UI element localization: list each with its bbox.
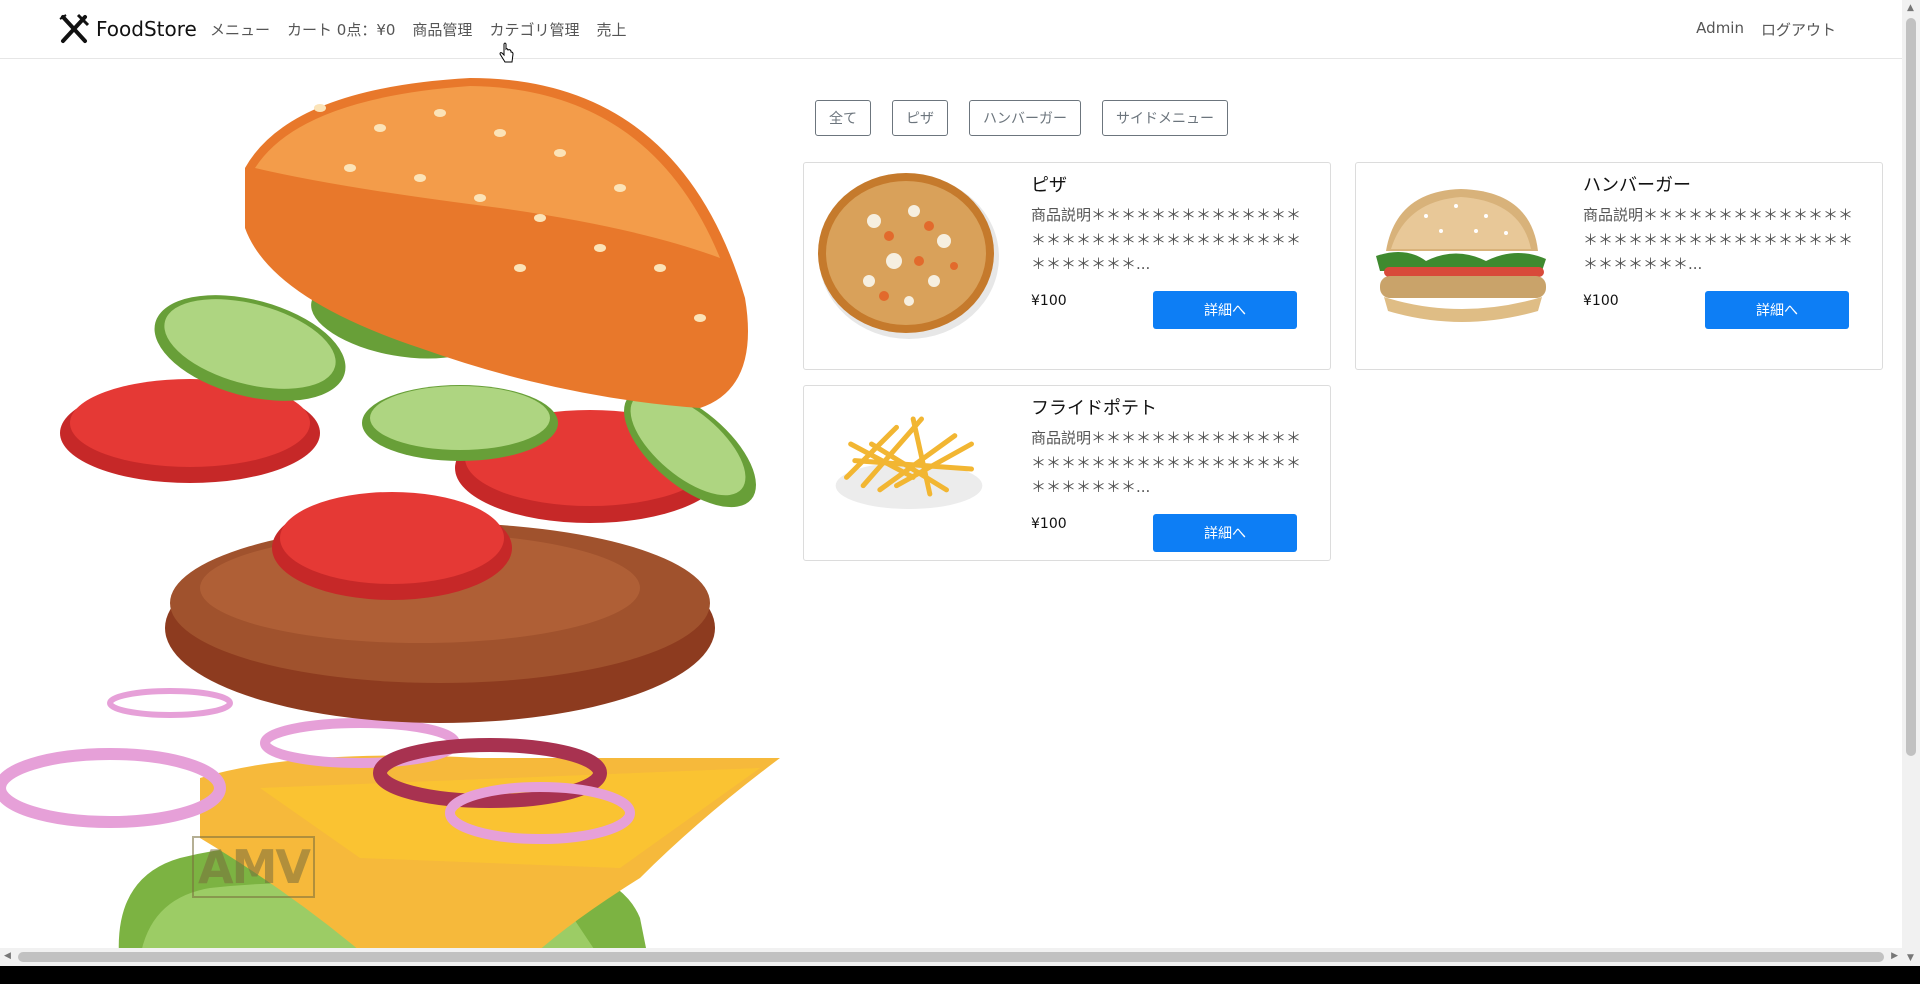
nav-logout[interactable]: ログアウト: [1761, 19, 1836, 40]
brand-name: FoodStore: [96, 17, 197, 41]
product-card-pizza: ピザ 商品説明＊＊＊＊＊＊＊＊＊＊＊＊＊＊＊＊＊＊＊＊＊＊＊＊＊＊＊＊＊＊＊＊＊…: [803, 162, 1331, 370]
hero-burger-image: AMV: [0, 58, 780, 964]
category-filters: 全て ピザ ハンバーガー サイドメニュー: [815, 100, 1249, 136]
fries-image: [835, 416, 983, 509]
product-card-fries: フライドポテト 商品説明＊＊＊＊＊＊＊＊＊＊＊＊＊＊＊＊＊＊＊＊＊＊＊＊＊＊＊＊…: [803, 385, 1331, 561]
bottom-edge: [0, 966, 1920, 984]
scroll-down-icon[interactable]: ▼: [1907, 953, 1914, 963]
product-description: 商品説明＊＊＊＊＊＊＊＊＊＊＊＊＊＊＊＊＊＊＊＊＊＊＊＊＊＊＊＊＊＊＊＊＊＊＊＊…: [1583, 206, 1854, 273]
nav-right: Admin ログアウト: [1679, 19, 1836, 40]
nav-cart[interactable]: カート 0点：¥0: [287, 19, 395, 40]
product-card-hamburger: ハンバーガー 商品説明＊＊＊＊＊＊＊＊＊＊＊＊＊＊＊＊＊＊＊＊＊＊＊＊＊＊＊＊＊…: [1355, 162, 1883, 370]
horizontal-scrollbar[interactable]: ◀ ▶: [0, 948, 1902, 966]
product-price: ¥100: [1031, 293, 1067, 309]
vertical-scrollbar[interactable]: ▲ ▼: [1902, 0, 1920, 966]
product-price: ¥100: [1031, 516, 1067, 532]
brand[interactable]: FoodStore: [58, 13, 197, 44]
vertical-scroll-thumb[interactable]: [1906, 18, 1916, 756]
nav-category-management[interactable]: カテゴリ管理: [489, 19, 579, 40]
filter-pizza-button[interactable]: ピザ: [892, 100, 948, 136]
nav-user[interactable]: Admin: [1696, 19, 1744, 40]
scroll-right-icon[interactable]: ▶: [1891, 951, 1898, 961]
product-name: フライドポテト: [1031, 398, 1157, 419]
nav-product-management[interactable]: 商品管理: [412, 19, 472, 40]
scroll-left-icon[interactable]: ◀: [4, 951, 11, 961]
product-description: 商品説明＊＊＊＊＊＊＊＊＊＊＊＊＊＊＊＊＊＊＊＊＊＊＊＊＊＊＊＊＊＊＊＊＊＊＊＊…: [1031, 429, 1302, 496]
navbar: FoodStore メニュー カート 0点：¥0 商品管理 カテゴリ管理 売上 …: [0, 0, 1902, 59]
filter-all-button[interactable]: 全て: [815, 100, 871, 136]
product-description: 商品説明＊＊＊＊＊＊＊＊＊＊＊＊＊＊＊＊＊＊＊＊＊＊＊＊＊＊＊＊＊＊＊＊＊＊＊＊…: [1031, 206, 1302, 273]
detail-button[interactable]: 詳細へ: [1153, 291, 1297, 329]
nav-menu[interactable]: メニュー: [210, 19, 270, 40]
hand-cursor-icon: [499, 42, 514, 63]
nav-links: メニュー カート 0点：¥0 商品管理 カテゴリ管理 売上: [210, 19, 643, 40]
hamburger-image: [1376, 189, 1546, 322]
detail-button[interactable]: 詳細へ: [1153, 514, 1297, 552]
pizza-image: [818, 173, 999, 339]
filter-side-menu-button[interactable]: サイドメニュー: [1102, 100, 1228, 136]
product-name: ピザ: [1031, 175, 1067, 196]
fork-knife-icon: [59, 13, 90, 43]
watermark-text: AMV: [198, 840, 311, 894]
detail-button[interactable]: 詳細へ: [1705, 291, 1849, 329]
watermark-logo: AMV: [192, 836, 315, 898]
product-price: ¥100: [1583, 293, 1619, 309]
product-name: ハンバーガー: [1583, 175, 1691, 196]
scroll-up-icon[interactable]: ▲: [1907, 3, 1914, 13]
nav-sales[interactable]: 売上: [596, 19, 626, 40]
horizontal-scroll-thumb[interactable]: [18, 952, 1884, 962]
filter-burger-button[interactable]: ハンバーガー: [969, 100, 1081, 136]
